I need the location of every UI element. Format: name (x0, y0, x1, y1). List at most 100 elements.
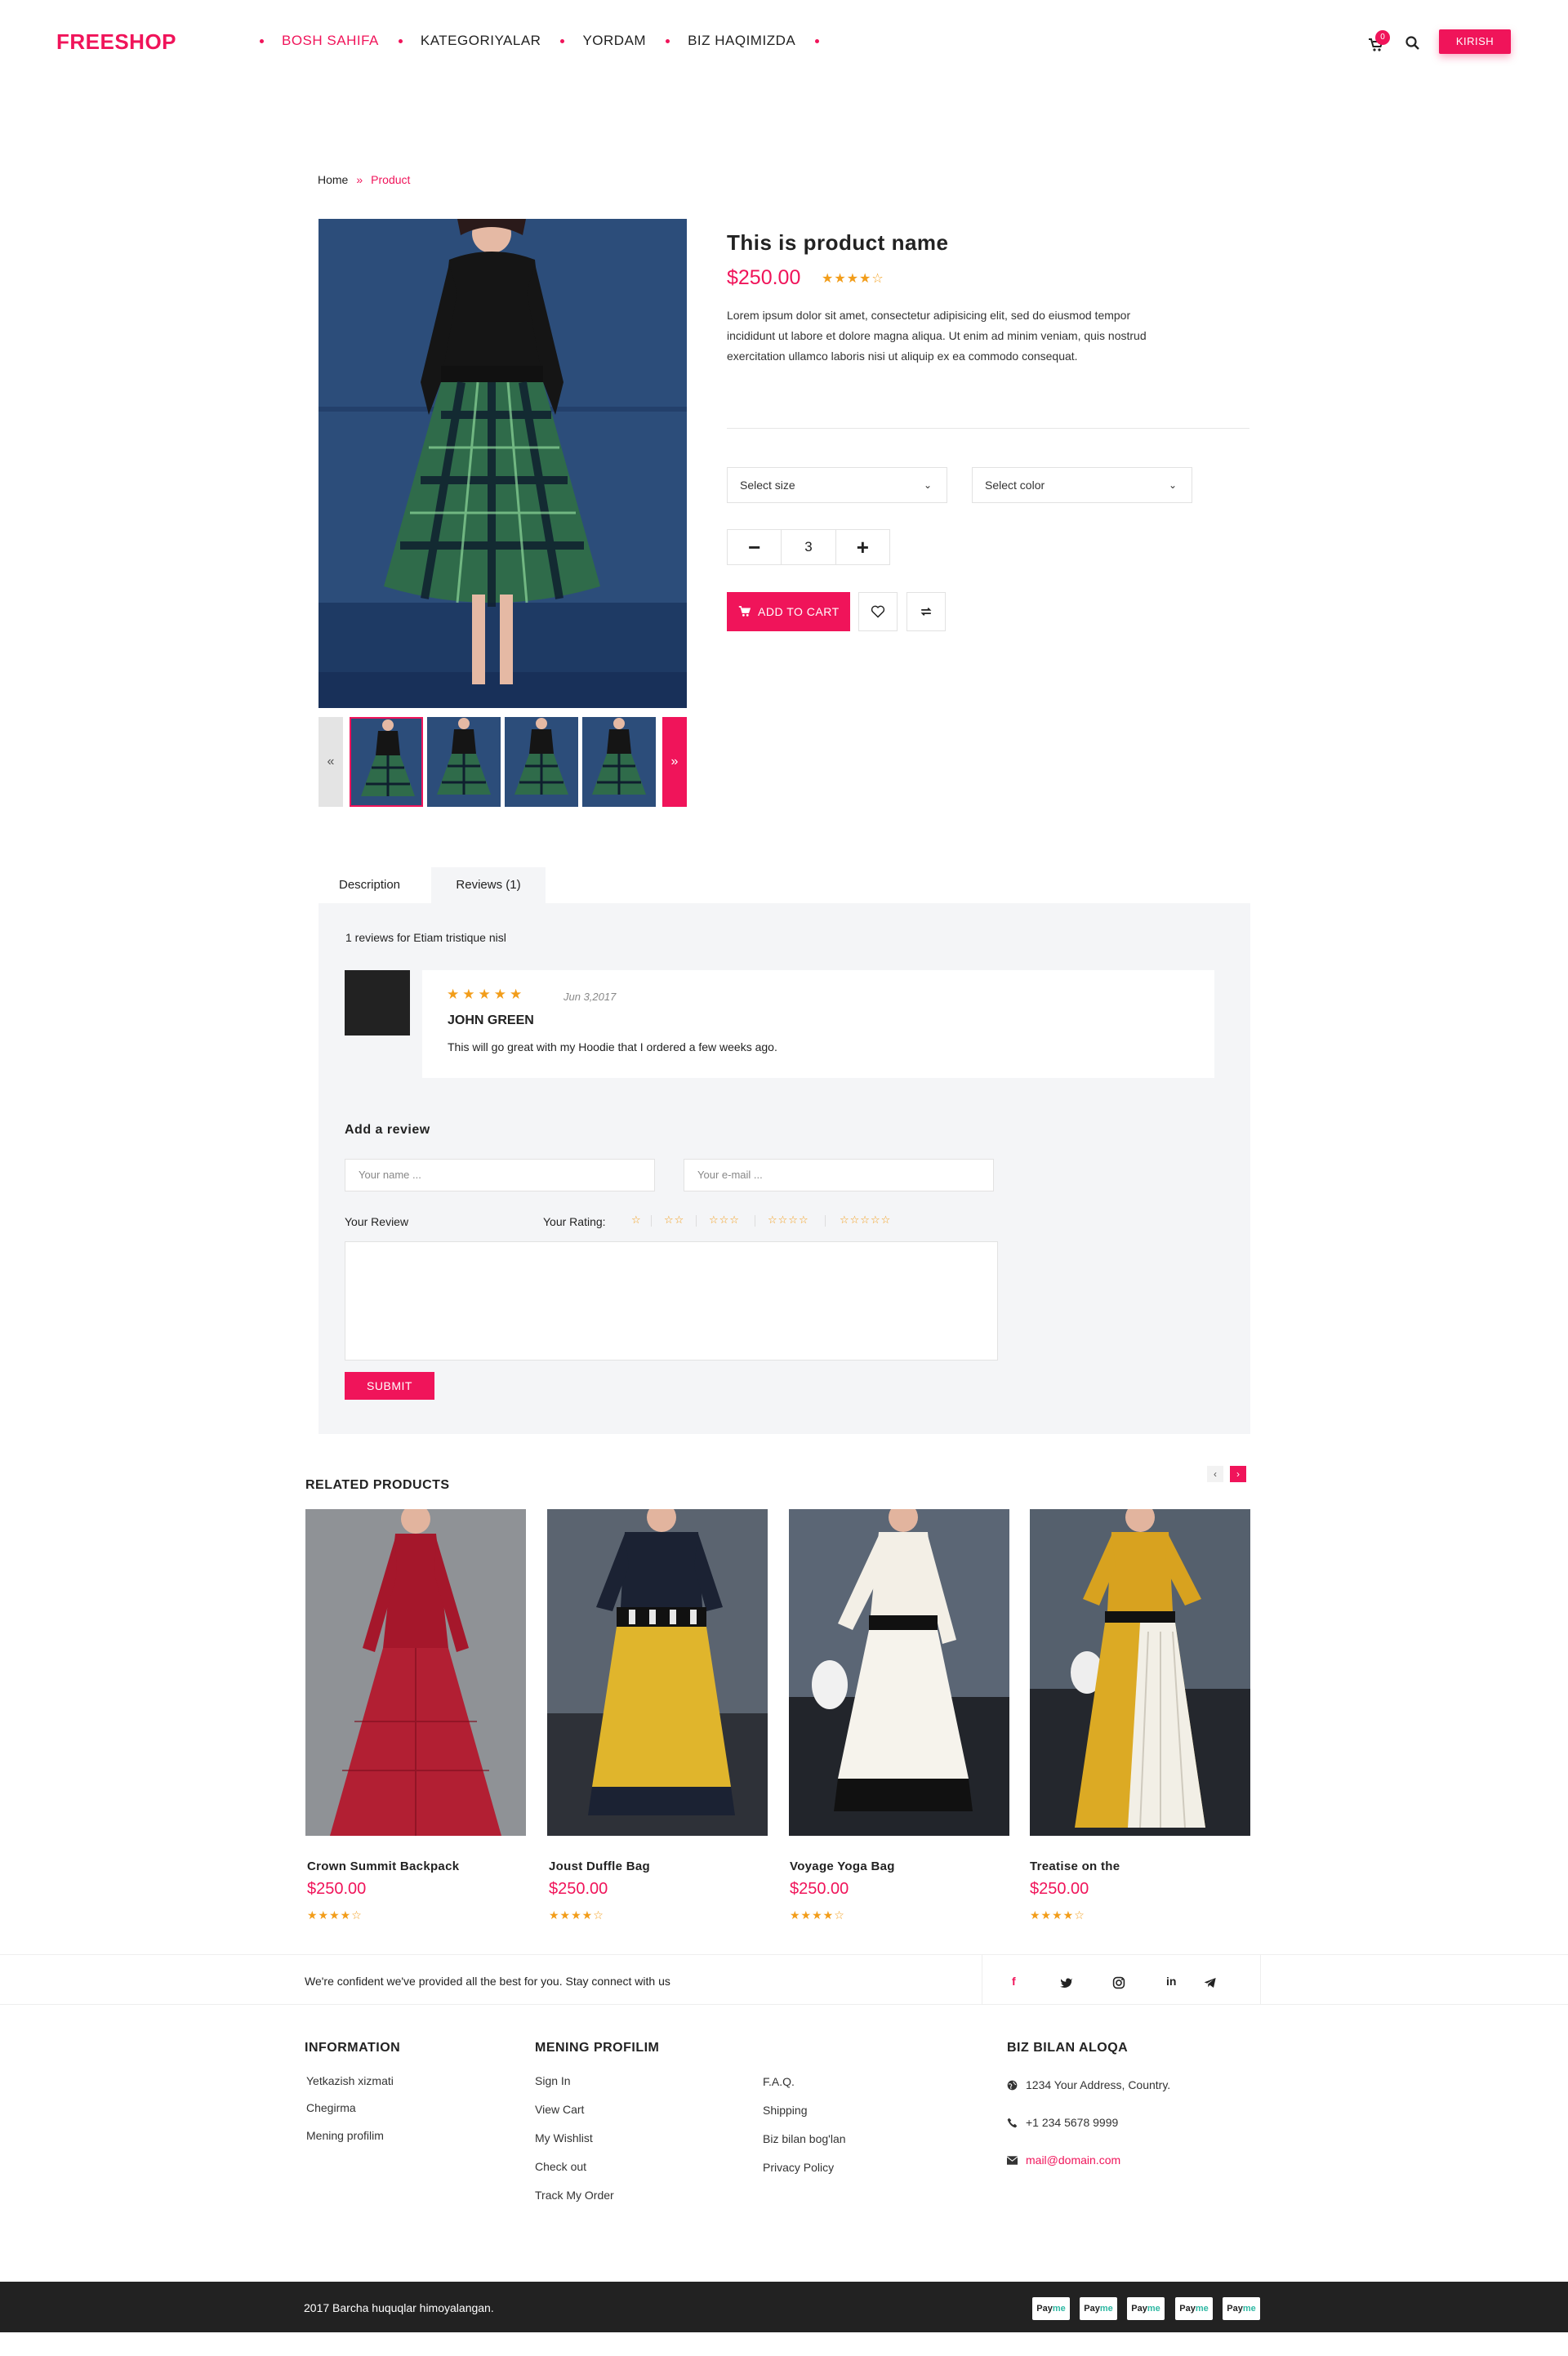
footer-contact-title: BIZ BILAN ALOQA (1007, 2041, 1129, 2055)
add-to-cart-button[interactable]: ADD TO CART (727, 592, 850, 631)
twitter-icon[interactable] (1060, 1977, 1073, 1989)
related-product-image[interactable] (1030, 1509, 1250, 1836)
product-price: $250.00 (727, 266, 801, 289)
review-textarea[interactable] (345, 1241, 998, 1361)
related-product-name[interactable]: Treatise on the (1030, 1859, 1120, 1873)
related-product-name[interactable]: Voyage Yoga Bag (790, 1859, 895, 1873)
connect-text: We're confident we've provided all the b… (305, 1975, 670, 1988)
breadcrumb-current: Product (371, 173, 411, 186)
thumb-prev-button[interactable]: « (318, 717, 343, 807)
rating-option-3[interactable]: ☆☆☆ (709, 1214, 740, 1227)
footer-link[interactable]: View Cart (535, 2103, 584, 2116)
nav-item-help[interactable]: YORDAM (582, 33, 646, 49)
footer-link[interactable]: Privacy Policy (763, 2161, 834, 2174)
site-logo[interactable]: FREESHOP (56, 29, 176, 55)
main-nav: BOSH SAHIFA KATEGORIYALAR YORDAM BIZ HAQ… (260, 33, 837, 49)
linkedin-icon[interactable]: in (1166, 1975, 1176, 1988)
add-review-title: Add a review (345, 1123, 430, 1137)
divider (727, 428, 1250, 429)
review-name-input[interactable]: Your name ... (345, 1159, 655, 1191)
facebook-icon[interactable]: f (1012, 1975, 1016, 1988)
related-product-price: $250.00 (549, 1880, 608, 1898)
compare-button[interactable] (906, 592, 946, 631)
review-email-input[interactable]: Your e-mail ... (684, 1159, 994, 1191)
related-product-image[interactable] (547, 1509, 768, 1836)
footer-link[interactable]: Track My Order (535, 2189, 614, 2202)
thumb-next-button[interactable]: » (662, 717, 687, 807)
review-text: This will go great with my Hoodie that I… (448, 1040, 777, 1053)
nav-dot (815, 38, 820, 43)
product-main-image[interactable] (318, 219, 687, 708)
footer-link[interactable]: Shipping (763, 2104, 808, 2117)
yellow-dress-image (547, 1509, 768, 1836)
globe-icon (1007, 2080, 1018, 2090)
footer-link[interactable]: F.A.Q. (763, 2075, 795, 2088)
review-date: Jun 3,2017 (564, 991, 617, 1003)
nav-item-home[interactable]: BOSH SAHIFA (282, 33, 379, 49)
color-select-label: Select color (985, 479, 1045, 492)
size-select[interactable]: Select size ⌄ (727, 467, 947, 503)
nav-item-categories[interactable]: KATEGORIYALAR (421, 33, 541, 49)
chevron-down-icon: ⌄ (923, 479, 932, 491)
thumbnail[interactable] (350, 717, 423, 807)
rating-option-2[interactable]: ☆☆ (664, 1214, 684, 1227)
heart-icon (871, 605, 885, 618)
footer-link[interactable]: My Wishlist (535, 2131, 593, 2144)
search-icon[interactable] (1405, 35, 1421, 51)
related-product-price: $250.00 (1030, 1880, 1089, 1898)
breadcrumb-home[interactable]: Home (318, 173, 348, 186)
related-product-name[interactable]: Joust Duffle Bag (549, 1859, 650, 1873)
quantity-increase-button[interactable]: + (836, 530, 889, 564)
product-description: Lorem ipsum dolor sit amet, consectetur … (727, 309, 1147, 363)
footer-link[interactable]: Chegirma (306, 2101, 356, 2114)
size-select-label: Select size (740, 479, 795, 492)
related-product-image[interactable] (305, 1509, 526, 1836)
telegram-icon[interactable] (1204, 1977, 1217, 1989)
quantity-value[interactable]: 3 (781, 530, 836, 564)
footer-link[interactable]: Biz bilan bog'lan (763, 2132, 846, 2145)
quantity-stepper: − 3 + (727, 529, 890, 565)
avatar (345, 970, 410, 1035)
thumbnail-strip: « » (318, 717, 687, 807)
thumbnail[interactable] (582, 717, 656, 807)
related-product-price: $250.00 (307, 1880, 367, 1898)
thumbnail-dress (582, 717, 656, 807)
related-next-button[interactable]: › (1230, 1466, 1246, 1482)
thumbnail[interactable] (427, 717, 501, 807)
footer-email-link[interactable]: mail@domain.com (1026, 2153, 1120, 2167)
wishlist-button[interactable] (858, 592, 898, 631)
nav-item-about[interactable]: BIZ HAQIMIZDA (688, 33, 795, 49)
tab-reviews[interactable]: Reviews (1) (431, 867, 546, 903)
submit-review-button[interactable]: SUBMIT (345, 1372, 434, 1400)
nav-dot (260, 38, 264, 43)
instagram-icon[interactable] (1112, 1976, 1125, 1989)
footer-link[interactable]: Check out (535, 2160, 586, 2173)
footer-link[interactable]: Yetkazish xizmati (306, 2074, 394, 2087)
color-select[interactable]: Select color ⌄ (972, 467, 1192, 503)
nav-dot (666, 38, 670, 43)
copyright-text: 2017 Barcha huquqlar himoyalangan. (304, 2301, 494, 2314)
thumbnail[interactable] (505, 717, 578, 807)
rating-option-5[interactable]: ☆☆☆☆☆ (840, 1214, 891, 1227)
quantity-decrease-button[interactable]: − (728, 530, 781, 564)
site-header: FREESHOP BOSH SAHIFA KATEGORIYALAR YORDA… (0, 0, 1568, 82)
footer-phone: +1 234 5678 9999 (1007, 2116, 1118, 2129)
related-product-image[interactable] (789, 1509, 1009, 1836)
login-button[interactable]: KIRISH (1439, 29, 1511, 54)
footer-link[interactable]: Mening profilim (306, 2129, 384, 2142)
footer-info-title: INFORMATION (305, 2041, 401, 2055)
divider (651, 1215, 652, 1227)
nav-dot (560, 38, 565, 43)
thumbnail-dress (351, 719, 421, 805)
breadcrumb: Home » Product (318, 173, 410, 186)
divider (825, 1215, 826, 1227)
thumbnail-dress (427, 717, 501, 807)
related-product-name[interactable]: Crown Summit Backpack (307, 1859, 459, 1873)
tab-description[interactable]: Description (318, 867, 421, 903)
rating-option-1[interactable]: ☆ (631, 1214, 642, 1227)
breadcrumb-separator: » (356, 173, 363, 186)
phone-icon (1007, 2118, 1018, 2127)
related-prev-button[interactable]: ‹ (1207, 1466, 1223, 1482)
rating-option-4[interactable]: ☆☆☆☆ (768, 1214, 809, 1227)
footer-link[interactable]: Sign In (535, 2074, 571, 2087)
